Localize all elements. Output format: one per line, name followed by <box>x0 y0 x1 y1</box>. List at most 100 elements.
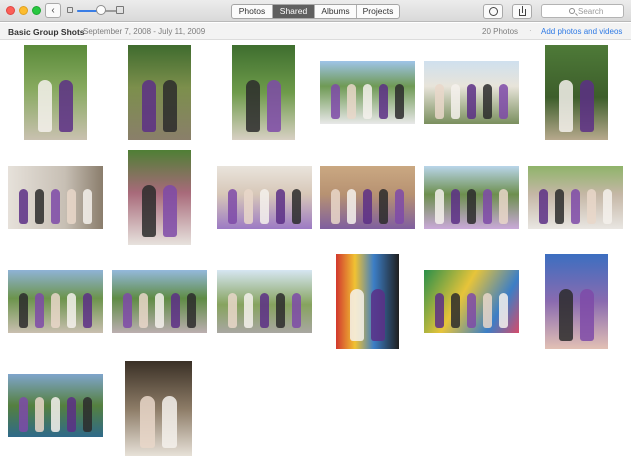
separator-dot: · <box>529 26 532 35</box>
figure-shape <box>83 189 92 224</box>
tab-photos[interactable]: Photos <box>232 5 273 18</box>
figure-shape <box>395 84 404 119</box>
photo-university-sign[interactable] <box>8 374 103 437</box>
photo-count: 20 Photos <box>482 27 519 36</box>
figure-shape <box>51 293 60 328</box>
photo-grid <box>0 41 631 460</box>
figure-shape <box>499 293 508 328</box>
figure-shape <box>246 80 260 132</box>
figure-shape <box>139 293 148 328</box>
figure-shape <box>19 397 28 432</box>
figure-shape <box>379 84 388 119</box>
photo-bride-portrait[interactable] <box>128 150 191 245</box>
photo-groomsmen-gazebo[interactable] <box>424 61 519 124</box>
share-arrow-icon <box>522 6 524 13</box>
zoom-small-icon <box>67 7 73 13</box>
figure-shape <box>292 293 301 328</box>
search-input[interactable] <box>578 6 622 16</box>
photo-couple-colorful-wall[interactable] <box>336 254 399 349</box>
figure-shape <box>123 293 132 328</box>
album-header: Basic Group Shots September 7, 2008 - Ju… <box>0 23 631 40</box>
album-title: Basic Group Shots <box>8 27 85 37</box>
figure-shape <box>276 189 285 224</box>
photo-framed-portrait[interactable] <box>125 361 192 456</box>
figure-shape <box>83 397 92 432</box>
figure-shape <box>435 189 444 224</box>
photo-bride-and-bridesmaid-1[interactable] <box>24 45 87 140</box>
figure-shape <box>35 397 44 432</box>
figure-shape <box>395 189 404 224</box>
info-icon <box>489 7 498 16</box>
photo-group-gazebo-2[interactable] <box>424 166 519 229</box>
figure-shape <box>142 185 156 237</box>
figure-shape <box>35 189 44 224</box>
figure-shape <box>244 189 253 224</box>
figure-shape <box>35 293 44 328</box>
figure-shape <box>451 293 460 328</box>
back-button[interactable]: ‹ <box>45 3 61 18</box>
figure-shape <box>331 84 340 119</box>
figure-shape <box>171 293 180 328</box>
figure-shape <box>331 189 340 224</box>
photo-bride-and-bridesmaid-2[interactable] <box>128 45 191 140</box>
photo-couple-mural[interactable] <box>424 270 519 333</box>
photo-park-pavilion[interactable] <box>217 270 312 333</box>
photo-family-group-1[interactable] <box>528 166 623 229</box>
figure-shape <box>539 189 548 224</box>
photo-bride-and-flower-girl[interactable] <box>232 45 295 140</box>
toolbar: ‹ Photos Shared Albums Projects <box>0 0 631 22</box>
fullscreen-window-button[interactable] <box>32 6 41 15</box>
figure-shape <box>163 80 177 132</box>
view-switcher: Photos Shared Albums Projects <box>231 4 400 19</box>
add-photos-link[interactable]: Add photos and videos <box>541 27 622 36</box>
share-button[interactable] <box>512 4 532 19</box>
tab-albums[interactable]: Albums <box>315 5 357 18</box>
figure-shape <box>483 293 492 328</box>
photo-bride-and-groom-1[interactable] <box>545 45 608 140</box>
photo-group-bench[interactable] <box>320 166 415 229</box>
figure-shape <box>467 189 476 224</box>
photo-rings-hands[interactable] <box>8 166 103 229</box>
figure-shape <box>467 293 476 328</box>
photo-family-group-3[interactable] <box>112 270 207 333</box>
figure-shape <box>499 84 508 119</box>
figure-shape <box>371 289 385 341</box>
figure-shape <box>163 185 177 237</box>
figure-shape <box>580 289 594 341</box>
figure-shape <box>67 189 76 224</box>
figure-shape <box>350 289 364 341</box>
minimize-window-button[interactable] <box>19 6 28 15</box>
zoom-large-icon <box>116 6 124 14</box>
figure-shape <box>51 397 60 432</box>
figure-shape <box>292 189 301 224</box>
figure-shape <box>276 293 285 328</box>
photo-bridal-party-outdoors[interactable] <box>320 61 415 124</box>
search-field[interactable] <box>541 4 624 18</box>
figure-shape <box>260 293 269 328</box>
photo-group-gazebo-1[interactable] <box>217 166 312 229</box>
zoom-slider-knob[interactable] <box>96 5 106 15</box>
tab-projects[interactable]: Projects <box>357 5 399 18</box>
photo-family-group-2[interactable] <box>8 270 103 333</box>
figure-shape <box>559 80 573 132</box>
tab-shared[interactable]: Shared <box>273 5 315 18</box>
figure-shape <box>19 293 28 328</box>
figure-shape <box>363 84 372 119</box>
figure-shape <box>603 189 612 224</box>
figure-shape <box>267 80 281 132</box>
close-window-button[interactable] <box>6 6 15 15</box>
figure-shape <box>228 189 237 224</box>
figure-shape <box>435 293 444 328</box>
figure-shape <box>155 293 164 328</box>
info-button[interactable] <box>483 4 503 19</box>
figure-shape <box>228 293 237 328</box>
search-icon <box>569 8 575 14</box>
back-icon: ‹ <box>51 5 55 16</box>
photo-couple-closeup[interactable] <box>545 254 608 349</box>
figure-shape <box>38 80 52 132</box>
figure-shape <box>363 189 372 224</box>
figure-shape <box>347 189 356 224</box>
figure-shape <box>347 84 356 119</box>
figure-shape <box>67 293 76 328</box>
figure-shape <box>260 189 269 224</box>
